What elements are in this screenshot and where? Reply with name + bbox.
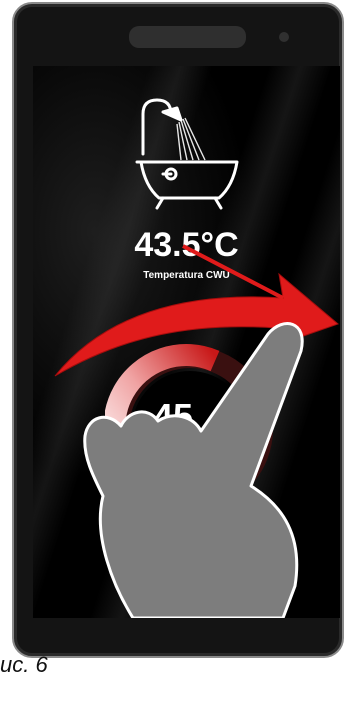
phone-screen[interactable]: 43.5°C Temperatura CWU 45 bbox=[33, 66, 340, 618]
hand-pointer-icon bbox=[83, 322, 304, 618]
figure-caption: ис. 6 bbox=[0, 652, 48, 677]
phone-frame: 43.5°C Temperatura CWU 45 bbox=[12, 2, 344, 658]
phone-camera bbox=[279, 32, 289, 42]
phone-speaker bbox=[129, 26, 246, 48]
